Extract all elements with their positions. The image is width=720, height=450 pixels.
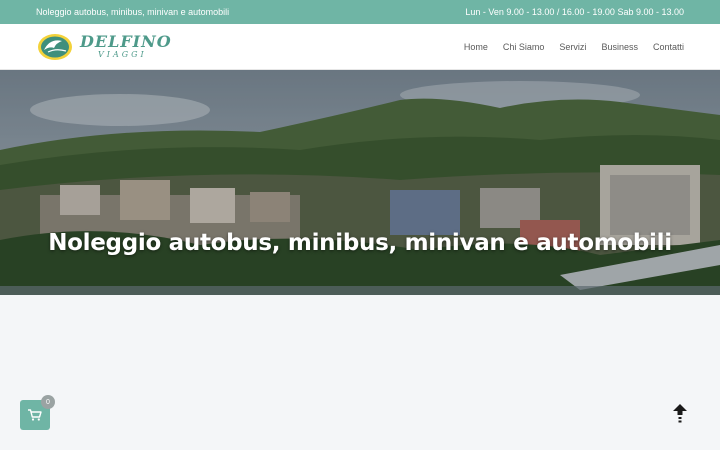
hero-landscape-image <box>0 70 720 295</box>
logo-subtitle: VIAGGI <box>98 50 147 59</box>
nav-item-chi-siamo[interactable]: Chi Siamo <box>503 42 545 52</box>
page-content <box>0 295 720 450</box>
dolphin-logo-icon <box>38 33 72 60</box>
hero-banner: Noleggio autobus, minibus, minivan e aut… <box>0 70 720 295</box>
scroll-to-top-button[interactable] <box>670 402 690 424</box>
nav-item-contatti[interactable]: Contatti <box>653 42 684 52</box>
top-bar-tagline: Noleggio autobus, minibus, minivan e aut… <box>36 7 230 17</box>
arrow-up-icon <box>673 404 687 423</box>
hero-title: Noleggio autobus, minibus, minivan e aut… <box>48 230 672 256</box>
nav-item-home[interactable]: Home <box>464 42 488 52</box>
logo-title: DELFINO <box>80 32 172 51</box>
site-header: DELFINO VIAGGI Home Chi Siamo Servizi Bu… <box>0 24 720 70</box>
site-logo[interactable]: DELFINO VIAGGI <box>36 32 172 62</box>
top-bar: Noleggio autobus, minibus, minivan e aut… <box>0 0 720 24</box>
main-nav: Home Chi Siamo Servizi Business Contatti <box>464 42 684 52</box>
nav-item-servizi[interactable]: Servizi <box>559 42 586 52</box>
cart-count-badge: 0 <box>41 395 55 409</box>
nav-item-business[interactable]: Business <box>601 42 638 52</box>
cart-icon <box>28 409 42 421</box>
top-bar-hours: Lun - Ven 9.00 - 13.00 / 16.00 - 19.00 S… <box>465 7 684 17</box>
